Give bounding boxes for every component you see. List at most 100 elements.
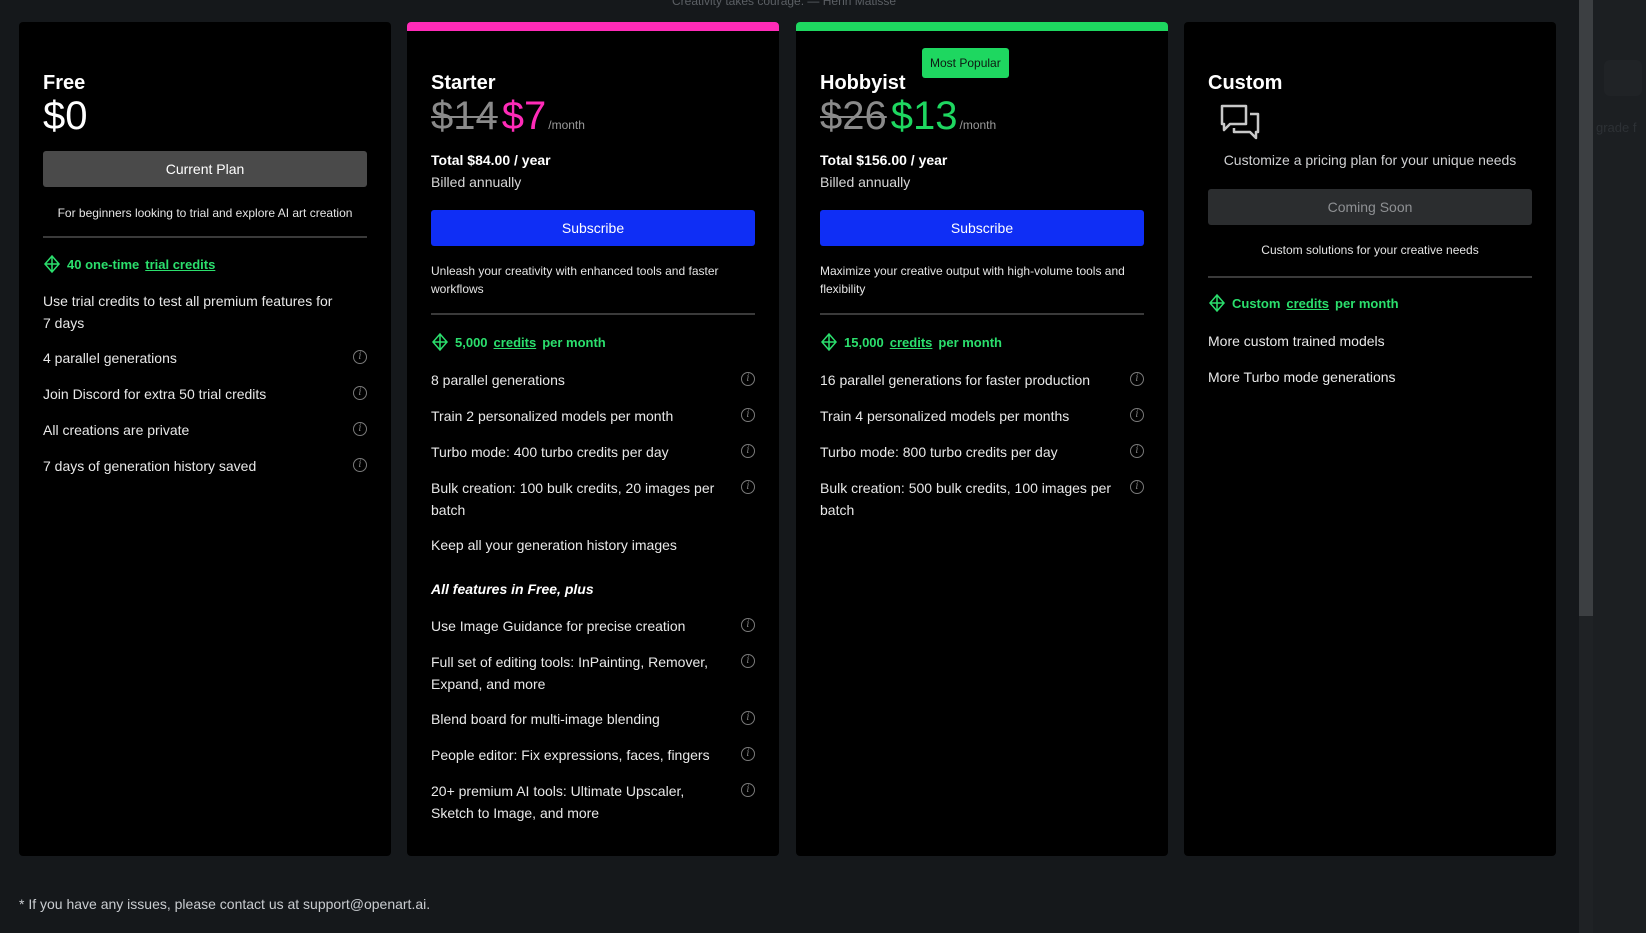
info-icon[interactable]: i: [741, 747, 755, 761]
feature-item: Turbo mode: 400 turbo credits per day i: [431, 441, 755, 463]
new-price: $7: [501, 94, 547, 138]
credits-line: 5,000 credits per month: [431, 333, 606, 351]
background-page-edge: [1593, 0, 1646, 933]
old-price: $26: [820, 94, 887, 138]
info-icon[interactable]: i: [741, 654, 755, 668]
feature-item: Full set of editing tools: InPainting, R…: [431, 651, 755, 695]
divider: [1208, 276, 1532, 278]
feature-item: Use trial credits to test all premium fe…: [43, 293, 333, 331]
info-icon[interactable]: i: [353, 386, 367, 400]
billing-cycle: Billed annually: [820, 174, 911, 190]
credits-link[interactable]: credits: [494, 335, 537, 350]
subscribe-button[interactable]: Subscribe: [431, 210, 755, 246]
info-icon[interactable]: i: [353, 458, 367, 472]
credits-suffix: per month: [542, 334, 606, 350]
feature-item: 4 parallel generations i: [43, 347, 367, 369]
most-popular-badge: Most Popular: [922, 48, 1009, 78]
credits-amount: 15,000: [844, 334, 884, 350]
feature-item: 16 parallel generations for faster produ…: [820, 369, 1144, 391]
plan-name: Free: [43, 72, 86, 94]
info-icon[interactable]: i: [741, 783, 755, 797]
background-chip: [1604, 60, 1642, 96]
credits-amount: 5,000: [455, 334, 488, 350]
feature-item: People editor: Fix expressions, faces, f…: [431, 744, 755, 766]
plan-name: Hobbyist: [820, 72, 906, 94]
custom-tagline: Customize a pricing plan for your unique…: [1223, 152, 1517, 168]
feature-item: Keep all your generation history images: [431, 537, 677, 553]
feature-item: 7 days of generation history saved i: [43, 455, 367, 477]
info-icon[interactable]: i: [353, 350, 367, 364]
feature-item: Train 2 personalized models per month i: [431, 405, 755, 427]
credits-suffix: per month: [1335, 295, 1399, 311]
feature-item: Join Discord for extra 50 trial credits i: [43, 383, 367, 405]
plan-card-hobbyist: Hobbyist Most Popular $26 $13 /month Tot…: [796, 22, 1168, 856]
info-icon[interactable]: i: [1130, 408, 1144, 422]
total-price: Total $84.00 / year: [431, 152, 551, 168]
credits-link[interactable]: credits: [1286, 296, 1329, 311]
divider: [820, 313, 1144, 315]
price-row: $14 $7 /month: [431, 94, 585, 139]
feature-item: Bulk creation: 100 bulk credits, 20 imag…: [431, 477, 755, 521]
feature-item: Blend board for multi-image blending i: [431, 708, 755, 730]
background-page-text: grade f: [1596, 120, 1637, 135]
feature-item: Train 4 personalized models per months i: [820, 405, 1144, 427]
feature-item: Turbo mode: 800 turbo credits per day i: [820, 441, 1144, 463]
feature-item: More custom trained models: [1208, 333, 1385, 349]
credits-suffix: per month: [938, 334, 1002, 350]
feature-item: 20+ premium AI tools: Ultimate Upscaler,…: [431, 780, 755, 824]
section-heading: All features in Free, plus: [431, 581, 594, 597]
trial-credits-link[interactable]: trial credits: [145, 257, 215, 272]
info-icon[interactable]: i: [741, 480, 755, 494]
current-plan-button[interactable]: Current Plan: [43, 151, 367, 187]
plan-name: Starter: [431, 72, 496, 94]
divider: [43, 236, 367, 238]
price-period: /month: [548, 118, 585, 132]
billing-cycle: Billed annually: [431, 174, 522, 190]
plan-card-free: Free $0 Current Plan For beginners looki…: [19, 22, 391, 856]
info-icon[interactable]: i: [741, 408, 755, 422]
new-price: $13: [890, 94, 958, 138]
credits-amount: 40 one-time: [67, 256, 140, 272]
info-icon[interactable]: i: [353, 422, 367, 436]
page-quote: Creativity takes courage. — Henri Matiss…: [672, 0, 897, 8]
card-accent-bar: [407, 22, 779, 31]
info-icon[interactable]: i: [1130, 372, 1144, 386]
feature-item: All creations are private i: [43, 419, 367, 441]
credits-line: 40 one-time trial credits: [43, 255, 215, 273]
plan-description: Unleash your creativity with enhanced to…: [431, 264, 719, 296]
info-icon[interactable]: i: [741, 444, 755, 458]
diamond-icon: [44, 255, 60, 273]
credits-link[interactable]: credits: [890, 335, 933, 350]
price-row: $26 $13 /month: [820, 94, 996, 139]
credits-amount: Custom: [1232, 295, 1281, 311]
info-icon[interactable]: i: [741, 711, 755, 725]
plan-name: Custom: [1208, 72, 1283, 94]
total-price: Total $156.00 / year: [820, 152, 948, 168]
diamond-icon: [1209, 294, 1225, 312]
info-icon[interactable]: i: [1130, 444, 1144, 458]
coming-soon-button[interactable]: Coming Soon: [1208, 189, 1532, 225]
chat-bubbles-icon: [1220, 104, 1260, 140]
support-footer-note: * If you have any issues, please contact…: [19, 896, 431, 912]
feature-item: 8 parallel generations i: [431, 369, 755, 391]
credits-line: Custom credits per month: [1208, 294, 1399, 312]
info-icon[interactable]: i: [741, 618, 755, 632]
price-period: /month: [959, 118, 997, 132]
feature-item: More Turbo mode generations: [1208, 369, 1396, 385]
credits-line: 15,000 credits per month: [820, 333, 1002, 351]
divider: [431, 313, 755, 315]
info-icon[interactable]: i: [741, 372, 755, 386]
feature-item: Bulk creation: 500 bulk credits, 100 ima…: [820, 477, 1144, 521]
plan-description: For beginners looking to trial and explo…: [57, 206, 353, 220]
subscribe-button[interactable]: Subscribe: [820, 210, 1144, 246]
plan-price: $0: [43, 94, 88, 138]
plan-card-starter: Starter $14 $7 /month Total $84.00 / yea…: [407, 22, 779, 856]
scrollbar-thumb[interactable]: [1579, 0, 1593, 616]
plan-description: Custom solutions for your creative needs: [1261, 243, 1479, 257]
plan-card-custom: Custom Customize a pricing plan for your…: [1184, 22, 1556, 856]
feature-item: Use Image Guidance for precise creation i: [431, 615, 755, 637]
old-price: $14: [431, 94, 498, 138]
info-icon[interactable]: i: [1130, 480, 1144, 494]
diamond-icon: [821, 333, 837, 351]
plan-description: Maximize your creative output with high-…: [820, 264, 1125, 296]
